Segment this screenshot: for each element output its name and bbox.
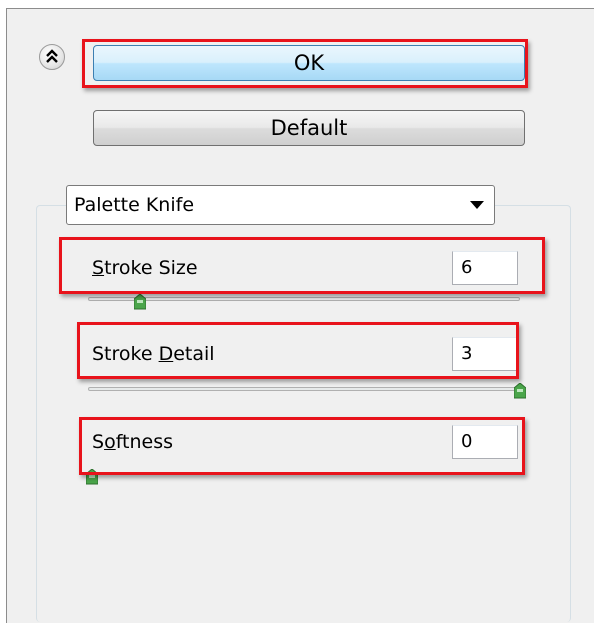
dropdown-arrow-icon bbox=[470, 201, 484, 209]
stroke-detail-slider-track[interactable] bbox=[88, 387, 520, 391]
filter-select[interactable]: Palette Knife bbox=[66, 185, 495, 225]
stroke-size-slider-track[interactable] bbox=[88, 297, 520, 301]
collapse-button[interactable] bbox=[39, 44, 65, 70]
stroke-detail-slider-thumb[interactable] bbox=[514, 383, 526, 399]
stroke-size-slider-thumb[interactable] bbox=[133, 294, 146, 310]
default-button[interactable]: Default bbox=[93, 110, 525, 146]
softness-highlight bbox=[79, 417, 525, 475]
double-chevron-up-icon bbox=[46, 49, 58, 63]
stroke-size-highlight bbox=[59, 237, 545, 294]
filter-select-value: Palette Knife bbox=[74, 194, 195, 216]
stroke-detail-highlight bbox=[77, 322, 519, 379]
ok-button-highlight bbox=[82, 39, 528, 88]
